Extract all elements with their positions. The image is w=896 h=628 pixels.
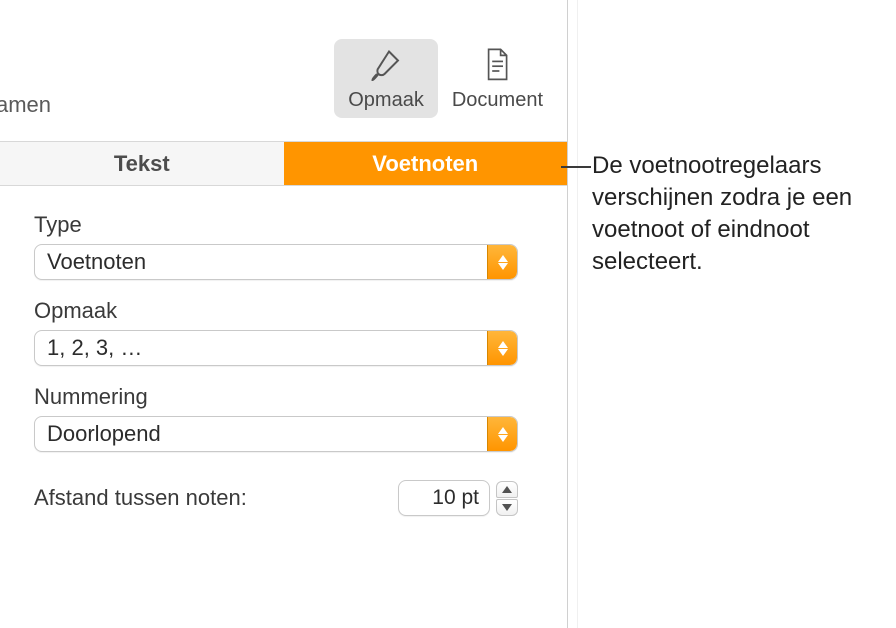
format-toolbar-button[interactable]: Opmaak — [334, 39, 438, 118]
stepper-up-icon[interactable] — [496, 481, 518, 498]
popup-arrows-icon — [487, 417, 517, 451]
popup-arrows-icon — [487, 245, 517, 279]
spacing-stepper-field[interactable]: 10 pt — [398, 480, 490, 516]
numbering-label: Nummering — [34, 384, 537, 410]
document-toolbar-label: Document — [452, 89, 543, 112]
callout-text: De voetnootregelaars verschijnen zodra j… — [592, 150, 886, 278]
toolbar: amen Opmaak — [0, 0, 567, 142]
format-toolbar-label: Opmaak — [348, 89, 424, 112]
document-icon — [477, 45, 517, 85]
paintbrush-icon — [366, 45, 406, 85]
tab-footnotes[interactable]: Voetnoten — [284, 142, 568, 185]
format-popup[interactable]: 1, 2, 3, … — [34, 330, 518, 366]
tab-text[interactable]: Tekst — [0, 142, 284, 185]
numbering-popup[interactable]: Doorlopend — [34, 416, 518, 452]
format-popup-value: 1, 2, 3, … — [35, 331, 487, 365]
spacing-label: Afstand tussen noten: — [34, 485, 247, 511]
inspector-panel: amen Opmaak — [0, 0, 568, 628]
callout-annotation: De voetnootregelaars verschijnen zodra j… — [568, 0, 896, 628]
inspector-tabs: Tekst Voetnoten — [0, 142, 567, 186]
footnote-controls: Type Voetnoten Opmaak 1, 2, 3, … — [0, 186, 567, 516]
type-popup-value: Voetnoten — [35, 245, 487, 279]
callout-line-icon — [561, 166, 591, 168]
numbering-popup-value: Doorlopend — [35, 417, 487, 451]
toolbar-left-truncated-label: amen — [0, 15, 51, 118]
type-label: Type — [34, 212, 537, 238]
stepper-down-icon[interactable] — [496, 499, 518, 516]
spacing-stepper[interactable] — [496, 481, 518, 516]
format-label: Opmaak — [34, 298, 537, 324]
document-toolbar-button[interactable]: Document — [438, 39, 557, 118]
type-popup[interactable]: Voetnoten — [34, 244, 518, 280]
popup-arrows-icon — [487, 331, 517, 365]
